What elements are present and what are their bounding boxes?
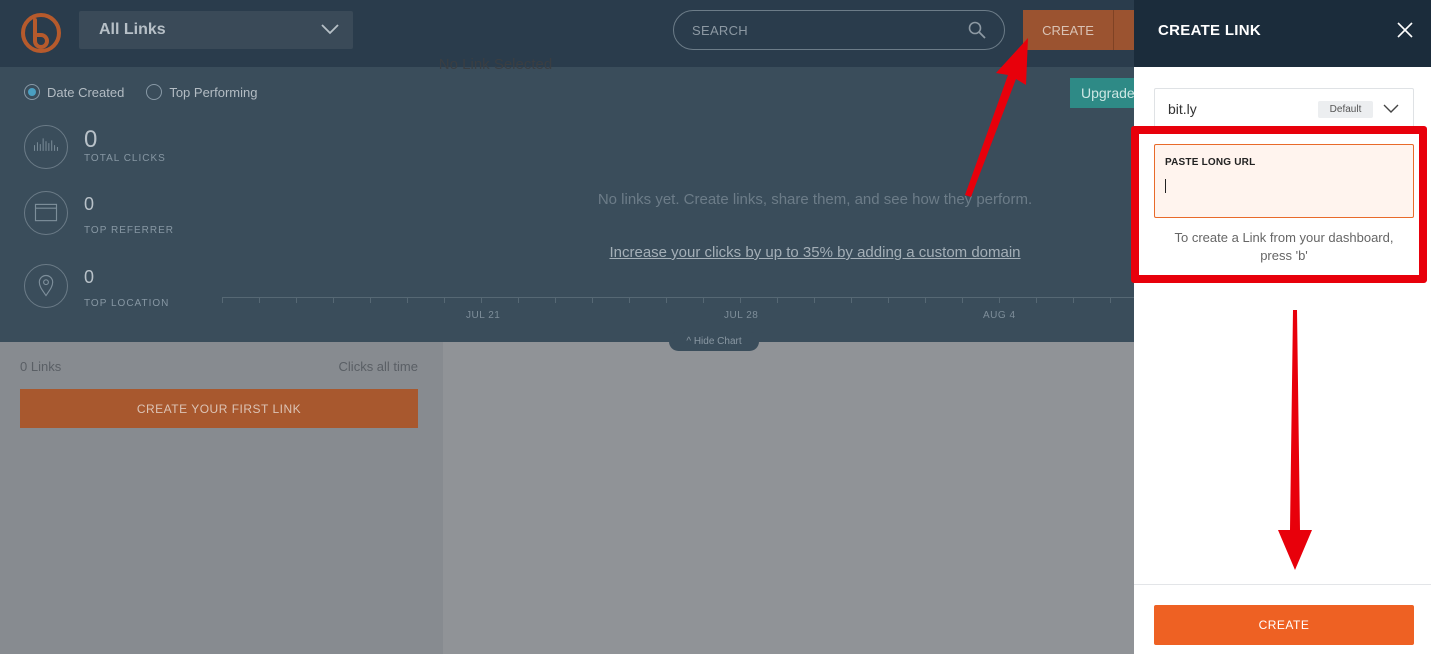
default-badge: Default xyxy=(1318,101,1373,118)
stat-label: TOP REFERRER xyxy=(84,225,174,236)
x-tick-mark xyxy=(999,297,1000,303)
stat-value: 0 xyxy=(84,267,95,287)
x-tick-mark xyxy=(1073,297,1074,303)
chevron-down-icon xyxy=(321,24,339,35)
link-detail-pane xyxy=(443,342,1134,654)
x-tick-mark xyxy=(333,297,334,303)
links-count: 0 Links xyxy=(20,359,62,374)
text-caret xyxy=(1165,179,1166,193)
x-tick-mark xyxy=(740,297,741,303)
stat-value: 0 xyxy=(84,126,98,153)
x-tick-label: JUL 28 xyxy=(724,310,759,321)
x-tick-mark xyxy=(925,297,926,303)
sort-option-date-created[interactable]: Date Created xyxy=(24,84,124,100)
sort-option-label: Top Performing xyxy=(169,84,258,100)
x-tick-mark xyxy=(629,297,630,303)
x-tick-mark xyxy=(296,297,297,303)
stat-top-referrer: 0 TOP REFERRER xyxy=(24,191,204,251)
search-icon[interactable] xyxy=(968,21,986,39)
stat-top-location: 0 TOP LOCATION xyxy=(24,264,204,324)
chevron-down-icon xyxy=(1383,104,1399,113)
clicks-all-time-label: Clicks all time xyxy=(338,359,418,374)
x-tick-mark xyxy=(407,297,408,303)
x-tick-mark xyxy=(259,297,260,303)
sort-option-top-performing[interactable]: Top Performing xyxy=(146,84,257,100)
bar-chart-icon xyxy=(24,125,68,169)
keyboard-hint: To create a Link from your dashboard, pr… xyxy=(1174,230,1394,263)
x-tick-mark xyxy=(851,297,852,303)
x-tick-mark xyxy=(370,297,371,303)
x-tick-mark xyxy=(666,297,667,303)
links-filter-dropdown[interactable]: All Links xyxy=(79,11,353,49)
x-tick-label: JUL 21 xyxy=(466,310,501,321)
stat-label: TOP LOCATION xyxy=(84,298,170,309)
map-pin-icon xyxy=(24,264,68,308)
stat-value: 0 xyxy=(84,194,95,214)
create-button[interactable]: CREATE xyxy=(1023,10,1113,50)
no-link-selected: No Link Selected xyxy=(438,56,553,73)
x-tick-mark xyxy=(777,297,778,303)
x-tick-mark xyxy=(814,297,815,303)
x-tick-mark xyxy=(962,297,963,303)
x-tick-mark xyxy=(703,297,704,303)
domain-value: bit.ly xyxy=(1168,100,1197,117)
stat-total-clicks: 0 TOTAL CLICKS xyxy=(24,125,204,185)
sort-option-label: Date Created xyxy=(47,84,125,100)
x-tick-mark xyxy=(481,297,482,303)
panel-divider xyxy=(1134,584,1431,585)
links-filter-label: All Links xyxy=(99,21,166,38)
x-tick-mark xyxy=(444,297,445,303)
create-first-link-button[interactable]: CREATE YOUR FIRST LINK xyxy=(20,389,418,428)
long-url-input[interactable] xyxy=(1164,176,1404,198)
create-submit-button[interactable]: CREATE xyxy=(1154,605,1414,645)
links-list-pane: 0 Links Clicks all time CREATE YOUR FIRS… xyxy=(0,342,443,654)
search-input[interactable] xyxy=(692,22,952,38)
panel-title: CREATE LINK xyxy=(1158,22,1262,39)
x-tick-mark xyxy=(888,297,889,303)
stat-label: TOTAL CLICKS xyxy=(84,153,166,164)
create-link-panel: CREATE LINK bit.ly Default PASTE LONG UR… xyxy=(1131,0,1431,654)
upgrade-button[interactable]: Upgrade xyxy=(1070,78,1134,108)
x-tick-mark xyxy=(1036,297,1037,303)
long-url-field[interactable]: PASTE LONG URL xyxy=(1154,144,1414,218)
domain-dropdown[interactable]: bit.ly Default xyxy=(1154,88,1414,129)
x-tick-mark xyxy=(592,297,593,303)
x-tick-mark xyxy=(555,297,556,303)
close-icon[interactable] xyxy=(1396,21,1414,39)
x-tick-mark xyxy=(1110,297,1111,303)
panel-header: CREATE LINK xyxy=(1134,0,1431,67)
x-tick-mark xyxy=(518,297,519,303)
custom-domain-link[interactable]: Increase your clicks by up to 35% by add… xyxy=(540,244,1090,261)
radio-unselected-icon[interactable] xyxy=(146,84,163,100)
hide-chart-toggle[interactable]: ^ Hide Chart xyxy=(669,332,759,351)
dashboard-summary: Date Created Top Performing Upgrade 0 TO… xyxy=(0,67,1134,351)
browser-window-icon xyxy=(24,191,68,235)
search-bar[interactable] xyxy=(673,10,1005,50)
bitly-logo-icon[interactable] xyxy=(20,12,62,54)
chart-empty-message: No links yet. Create links, share them, … xyxy=(597,191,1033,208)
chart-x-axis xyxy=(222,297,1134,298)
x-tick-mark xyxy=(222,297,223,303)
x-tick-label: AUG 4 xyxy=(983,310,1016,321)
create-dropdown-toggle[interactable] xyxy=(1113,10,1134,50)
radio-selected-icon[interactable] xyxy=(24,84,40,100)
long-url-label: PASTE LONG URL xyxy=(1165,157,1256,168)
sort-options: Date Created Top Performing xyxy=(24,84,257,100)
